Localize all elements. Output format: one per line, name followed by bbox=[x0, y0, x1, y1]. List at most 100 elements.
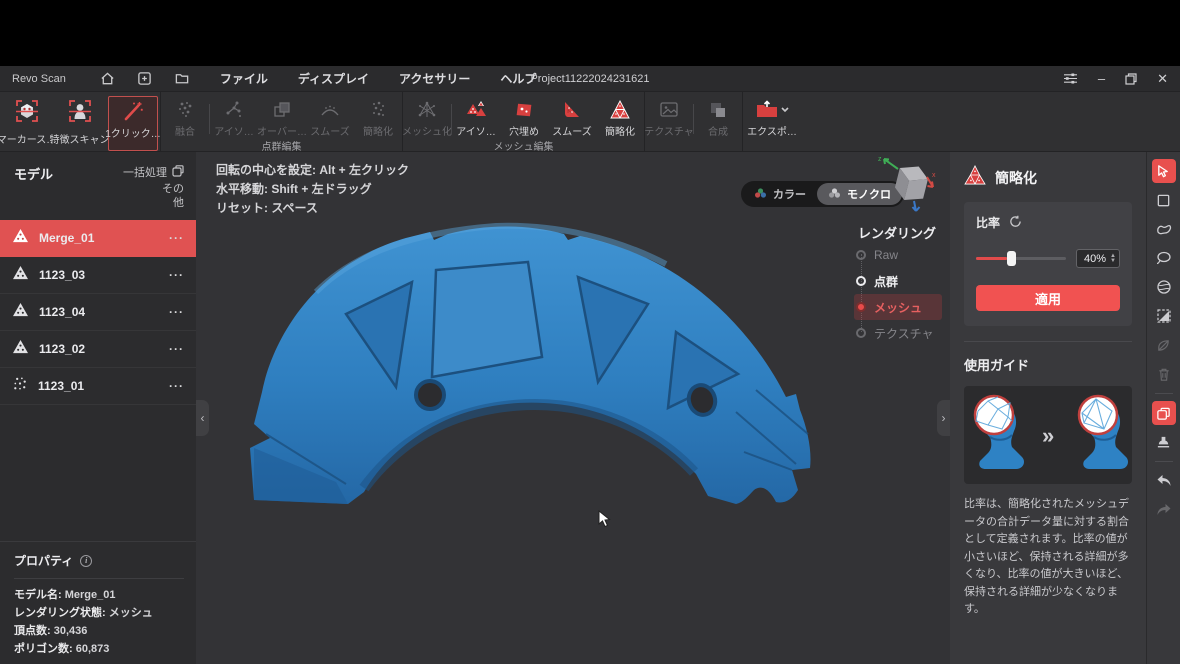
prop-polygon-count: ポリゴン数: 60,873 bbox=[14, 640, 184, 658]
viewport-canvas[interactable]: 回転の中心を設定: Alt + 左クリック 水平移動: Shift + 左ドラッ… bbox=[196, 152, 950, 664]
render-option-texture[interactable]: テクスチャ bbox=[854, 320, 942, 346]
polygon-select-button[interactable] bbox=[1152, 217, 1176, 241]
model-name: 1123_04 bbox=[39, 305, 85, 319]
feature-scan-button[interactable]: 特徴スキャン bbox=[53, 96, 106, 151]
model-row-1123-02[interactable]: 1123_02 ··· bbox=[0, 331, 196, 368]
render-option-raw[interactable]: Raw bbox=[854, 242, 942, 268]
menu-help[interactable]: ヘルプ bbox=[500, 70, 536, 87]
fuse-label: 融合 bbox=[175, 123, 195, 138]
compose-icon bbox=[705, 98, 731, 122]
mesh-edit-group: メッシュ化 アイソ… 穴埋め スムーズ 簡略化 bbox=[403, 92, 644, 151]
mesh-simplify-button[interactable]: 簡略化 bbox=[596, 96, 644, 138]
prop-model-name: モデル名: Merge_01 bbox=[14, 586, 184, 604]
scan-group: マーカース… 特徴スキャン 1クリック… bbox=[0, 92, 160, 151]
hole-fill-icon bbox=[511, 98, 537, 122]
restore-button[interactable] bbox=[1125, 73, 1137, 85]
magic-wand-icon bbox=[120, 99, 146, 123]
hint-reset: リセット: スペース bbox=[216, 199, 409, 218]
stepper-down-icon[interactable]: ▼ bbox=[1110, 259, 1116, 264]
feedback-tune-icon[interactable] bbox=[1063, 72, 1078, 85]
batch-copy-icon bbox=[172, 165, 184, 180]
export-icon bbox=[752, 98, 792, 122]
sidebar-more-button[interactable]: その他 bbox=[154, 182, 184, 210]
collapse-sidebar-button[interactable]: ‹ bbox=[196, 400, 209, 436]
compose-button[interactable]: 合成 bbox=[694, 96, 742, 138]
model-row-1123-01[interactable]: 1123_01 ··· bbox=[0, 368, 196, 405]
model-menu-button[interactable]: ··· bbox=[169, 268, 184, 282]
prop-render-state: レンダリング状態: メッシュ bbox=[14, 604, 184, 622]
pc-smooth-button[interactable]: スムーズ bbox=[306, 96, 354, 138]
pointcloud-edit-group: 融合 アイソ… オーバー… スムーズ 簡略化 bbox=[161, 92, 402, 151]
select-tool-button[interactable] bbox=[1152, 159, 1176, 183]
marker-scan-button[interactable]: マーカース… bbox=[0, 96, 53, 151]
fuse-button[interactable]: 融合 bbox=[161, 96, 209, 138]
color-mode-button[interactable]: カラー bbox=[743, 183, 817, 205]
open-folder-icon[interactable] bbox=[174, 71, 190, 86]
simplify-icon bbox=[964, 165, 986, 190]
hole-fill-button[interactable]: 穴埋め bbox=[500, 96, 548, 138]
invert-select-button[interactable] bbox=[1152, 304, 1176, 328]
mesh-smooth-label: スムーズ bbox=[552, 123, 592, 138]
model-menu-button[interactable]: ··· bbox=[169, 305, 184, 319]
home-icon[interactable] bbox=[100, 71, 115, 86]
mesh-isolation-label: アイソ… bbox=[456, 123, 496, 138]
pc-overlap-button[interactable]: オーバー… bbox=[258, 96, 306, 138]
pc-simplify-button[interactable]: 簡略化 bbox=[354, 96, 402, 138]
divider bbox=[1155, 461, 1173, 462]
model-row-merge-01[interactable]: Merge_01 ··· bbox=[0, 220, 196, 257]
mesh-isolation-button[interactable]: アイソ… bbox=[452, 96, 500, 138]
menu-accessories[interactable]: アクセサリー bbox=[399, 70, 470, 87]
one-click-label: 1クリック… bbox=[105, 125, 161, 140]
fill-brush-button[interactable] bbox=[1152, 430, 1176, 454]
model-row-1123-04[interactable]: 1123_04 ··· bbox=[0, 294, 196, 331]
ratio-slider[interactable] bbox=[976, 257, 1066, 260]
slider-handle[interactable] bbox=[1007, 251, 1016, 266]
model-menu-button[interactable]: ··· bbox=[169, 379, 184, 393]
close-button[interactable]: ✕ bbox=[1157, 72, 1168, 85]
lasso-select-button[interactable] bbox=[1152, 246, 1176, 270]
pc-overlap-label: オーバー… bbox=[257, 123, 307, 138]
pc-simplify-icon bbox=[365, 98, 391, 122]
collapse-panel-button[interactable]: › bbox=[937, 400, 950, 436]
scanned-model-3d bbox=[196, 152, 950, 664]
render-option-mesh[interactable]: メッシュ bbox=[854, 294, 942, 320]
marker-scan-icon bbox=[14, 98, 40, 129]
simplify-panel: 簡略化 比率 40% ▲ ▼ bbox=[950, 152, 1146, 664]
model-menu-button[interactable]: ··· bbox=[169, 231, 184, 245]
rectangle-select-button[interactable] bbox=[1152, 188, 1176, 212]
mouse-cursor bbox=[598, 510, 612, 528]
model-menu-button[interactable]: ··· bbox=[169, 342, 184, 356]
texture-button[interactable]: テクスチャ bbox=[645, 96, 693, 138]
minimize-button[interactable]: – bbox=[1098, 72, 1105, 85]
apply-button[interactable]: 適用 bbox=[976, 285, 1120, 311]
delete-selection-button[interactable] bbox=[1152, 362, 1176, 386]
menu-file[interactable]: ファイル bbox=[220, 70, 268, 87]
pointcloud-model-icon bbox=[12, 376, 28, 396]
prop-vertex-count: 頂点数: 30,436 bbox=[14, 622, 184, 640]
ratio-value-box[interactable]: 40% ▲ ▼ bbox=[1076, 249, 1120, 268]
new-project-icon[interactable] bbox=[137, 71, 152, 86]
reset-ratio-icon[interactable] bbox=[1009, 215, 1022, 231]
model-name: 1123_02 bbox=[39, 342, 85, 356]
navigation-cube[interactable]: z x bbox=[874, 153, 938, 220]
menu-display[interactable]: ディスプレイ bbox=[298, 70, 369, 87]
sphere-select-button[interactable] bbox=[1152, 275, 1176, 299]
export-button[interactable]: エクスポ… bbox=[743, 96, 801, 138]
mesh-group-label: メッシュ編集 bbox=[403, 138, 644, 153]
batch-process-button[interactable]: 一括処理 bbox=[123, 164, 184, 180]
mesh-smooth-button[interactable]: スムーズ bbox=[548, 96, 596, 138]
pc-isolation-button[interactable]: アイソ… bbox=[210, 96, 258, 138]
compare-overlay-button[interactable] bbox=[1152, 401, 1176, 425]
deselect-button[interactable] bbox=[1152, 333, 1176, 357]
one-click-button[interactable]: 1クリック… bbox=[108, 96, 158, 151]
model-row-1123-03[interactable]: 1123_03 ··· bbox=[0, 257, 196, 294]
undo-button[interactable] bbox=[1152, 469, 1176, 493]
rendering-options: Raw 点群 メッシュ テクスチャ bbox=[854, 242, 942, 346]
redo-button[interactable] bbox=[1152, 498, 1176, 522]
mesh-create-button[interactable]: メッシュ化 bbox=[403, 96, 451, 138]
radio-icon bbox=[856, 328, 866, 338]
color-mode-label: カラー bbox=[773, 186, 806, 202]
render-option-pointcloud[interactable]: 点群 bbox=[854, 268, 942, 294]
info-icon[interactable]: i bbox=[80, 555, 92, 567]
texture-icon bbox=[656, 98, 682, 122]
